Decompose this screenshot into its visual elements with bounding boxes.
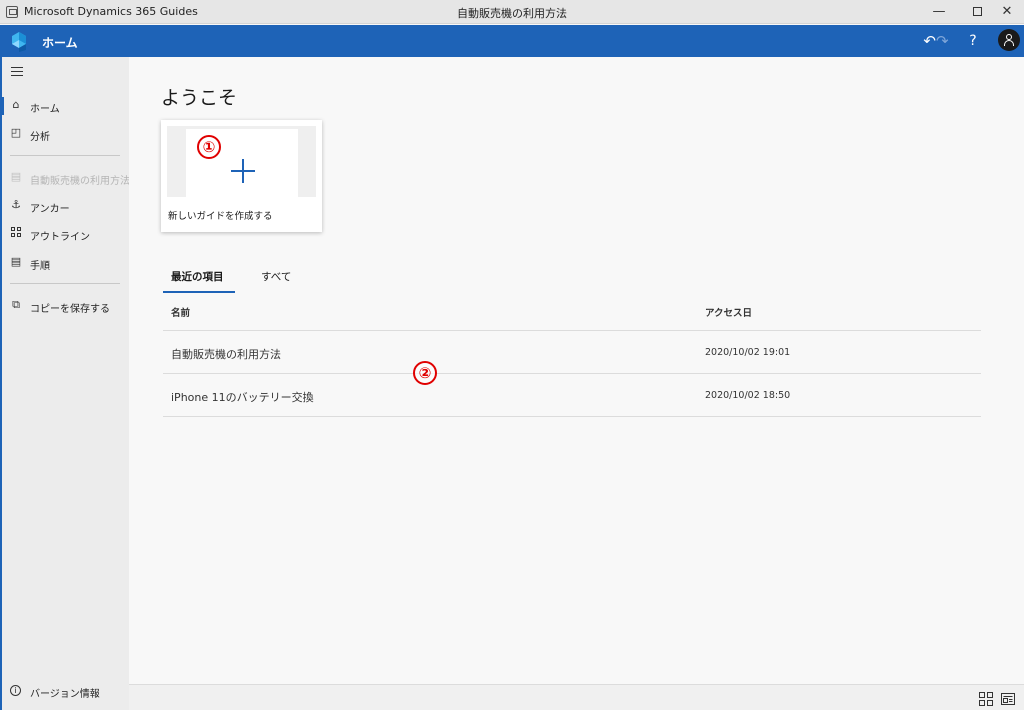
sidebar-divider bbox=[10, 155, 120, 156]
sidebar-item-label: 分析 bbox=[30, 132, 50, 143]
sidebar-item-label: 自動販売機の利用方法 bbox=[30, 176, 130, 187]
sidebar-item-guide: ▤ 自動販売機の利用方法 bbox=[2, 167, 130, 189]
sidebar: ⌂ ホーム ◰ 分析 ▤ 自動販売機の利用方法 ⚓ アンカー アウトライン ▤ … bbox=[0, 57, 130, 710]
table-row[interactable]: 自動販売機の利用方法 2020/10/02 19:01 bbox=[163, 330, 981, 373]
sidebar-item-save-copy[interactable]: ⧉ コピーを保存する bbox=[2, 295, 129, 317]
redo-icon[interactable]: ↷ bbox=[936, 32, 949, 50]
row-date: 2020/10/02 18:50 bbox=[705, 390, 791, 401]
sidebar-divider bbox=[10, 283, 120, 284]
row-name: 自動販売機の利用方法 bbox=[171, 348, 281, 361]
tab-recent[interactable]: 最近の項目 bbox=[171, 269, 224, 284]
annotation-marker-1: ① bbox=[197, 135, 221, 159]
help-button[interactable]: ? bbox=[962, 29, 984, 53]
guides-logo-icon bbox=[12, 32, 26, 52]
analytics-icon: ◰ bbox=[10, 126, 22, 139]
step-icon: ▤ bbox=[10, 255, 22, 268]
window-title-bar: Microsoft Dynamics 365 Guides 自動販売機の利用方法… bbox=[0, 0, 1024, 24]
sidebar-item-version-info[interactable]: i バージョン情報 bbox=[2, 681, 129, 703]
header-page-label: ホーム bbox=[42, 36, 78, 50]
save-copy-icon: ⧉ bbox=[12, 298, 20, 311]
tab-all[interactable]: すべて bbox=[261, 269, 291, 284]
outline-view-icon bbox=[979, 692, 993, 706]
sidebar-item-label: 手順 bbox=[30, 261, 50, 272]
sidebar-item-analytics[interactable]: ◰ 分析 bbox=[2, 123, 129, 145]
step-view-button[interactable] bbox=[1001, 691, 1015, 705]
undo-icon[interactable]: ↶ bbox=[923, 32, 936, 50]
plus-icon-vertical bbox=[242, 159, 244, 183]
new-guide-label: 新しいガイドを作成する bbox=[168, 211, 273, 222]
outline-icon bbox=[10, 227, 22, 239]
hamburger-menu-icon[interactable] bbox=[11, 67, 23, 77]
annotation-marker-2: ② bbox=[413, 361, 437, 385]
person-icon-body bbox=[1004, 40, 1014, 46]
account-avatar-button[interactable] bbox=[998, 29, 1020, 51]
row-date: 2020/10/02 19:01 bbox=[705, 347, 791, 358]
new-guide-card[interactable]: 新しいガイドを作成する bbox=[161, 120, 322, 232]
maximize-icon bbox=[972, 7, 982, 16]
active-tab-indicator bbox=[163, 291, 235, 293]
sidebar-item-label: ホーム bbox=[30, 104, 60, 115]
outline-view-button[interactable] bbox=[979, 691, 993, 706]
main-content: ようこそ 新しいガイドを作成する ① 最近の項目 すべて 名前 アクセス日 自動… bbox=[129, 57, 1024, 684]
step-view-icon bbox=[1001, 693, 1015, 705]
document-title: 自動販売機の利用方法 bbox=[457, 7, 567, 20]
status-bar bbox=[129, 684, 1024, 710]
guide-icon: ▤ bbox=[10, 170, 22, 183]
sidebar-item-steps[interactable]: ▤ 手順 bbox=[2, 252, 129, 274]
page-title: ようこそ bbox=[161, 87, 238, 109]
info-icon: i bbox=[10, 685, 21, 696]
column-header-accessed[interactable]: アクセス日 bbox=[705, 305, 752, 319]
sidebar-item-home[interactable]: ⌂ ホーム bbox=[2, 95, 129, 117]
close-button[interactable]: ✕ bbox=[990, 0, 1024, 24]
maximize-button[interactable] bbox=[960, 0, 994, 24]
app-header: ホーム ↶↷ ? bbox=[0, 25, 1024, 57]
undo-redo-group: ↶↷ bbox=[922, 29, 950, 53]
minimize-button[interactable]: — bbox=[922, 0, 956, 24]
sidebar-item-label: アンカー bbox=[30, 204, 70, 215]
column-header-name[interactable]: 名前 bbox=[171, 305, 190, 319]
sidebar-item-label: アウトライン bbox=[30, 232, 90, 243]
table-bottom-divider bbox=[163, 416, 981, 417]
sidebar-item-outline[interactable]: アウトライン bbox=[2, 223, 129, 245]
sidebar-item-label: コピーを保存する bbox=[30, 304, 110, 315]
row-name: iPhone 11のバッテリー交換 bbox=[171, 391, 314, 404]
anchor-icon: ⚓ bbox=[11, 198, 21, 211]
sidebar-item-anchor[interactable]: ⚓ アンカー bbox=[2, 195, 129, 217]
version-info-label: バージョン情報 bbox=[30, 689, 100, 700]
table-row[interactable]: iPhone 11のバッテリー交換 2020/10/02 18:50 bbox=[163, 373, 981, 416]
home-icon: ⌂ bbox=[12, 98, 20, 111]
